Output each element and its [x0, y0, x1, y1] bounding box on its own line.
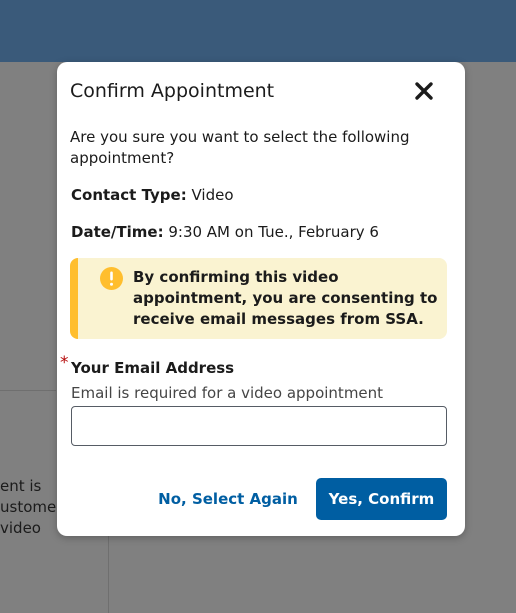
close-button[interactable]: [413, 80, 435, 102]
email-hint: Email is required for a video appointmen…: [71, 384, 384, 402]
page-header-bar: [0, 0, 516, 62]
dialog-title: Confirm Appointment: [70, 80, 275, 102]
email-field[interactable]: [71, 406, 447, 446]
yes-confirm-button[interactable]: Yes, Confirm: [316, 478, 447, 520]
date-time-row: Date/Time: 9:30 AM on Tue., February 6: [71, 223, 379, 241]
background-text-line: ustomer: [0, 498, 60, 516]
background-text-line: ent is: [0, 477, 42, 495]
alert-message: By confirming this video appointment, yo…: [133, 268, 438, 328]
contact-type-value: Video: [186, 186, 234, 204]
email-label: Your Email Address: [71, 359, 235, 377]
contact-type-label: Contact Type:: [71, 186, 187, 204]
required-asterisk: *: [60, 353, 69, 373]
close-x-icon: [415, 82, 433, 100]
background-divider: [0, 390, 56, 391]
background-divider-vertical: [108, 536, 109, 613]
contact-type-row: Contact Type: Video: [71, 186, 234, 204]
background-text-line: video: [0, 519, 41, 537]
dialog-intro-text: Are you sure you want to select the foll…: [70, 128, 410, 167]
confirm-appointment-dialog: Confirm Appointment Are you sure you wan…: [57, 62, 465, 536]
warning-exclamation-icon: [100, 267, 123, 290]
no-select-again-button[interactable]: No, Select Again: [157, 478, 299, 520]
consent-warning-alert: By confirming this video appointment, yo…: [70, 258, 447, 339]
date-time-label: Date/Time:: [71, 223, 164, 241]
background-partial-text: ent is ustomer video: [0, 476, 60, 539]
date-time-value: 9:30 AM on Tue., February 6: [163, 223, 379, 241]
